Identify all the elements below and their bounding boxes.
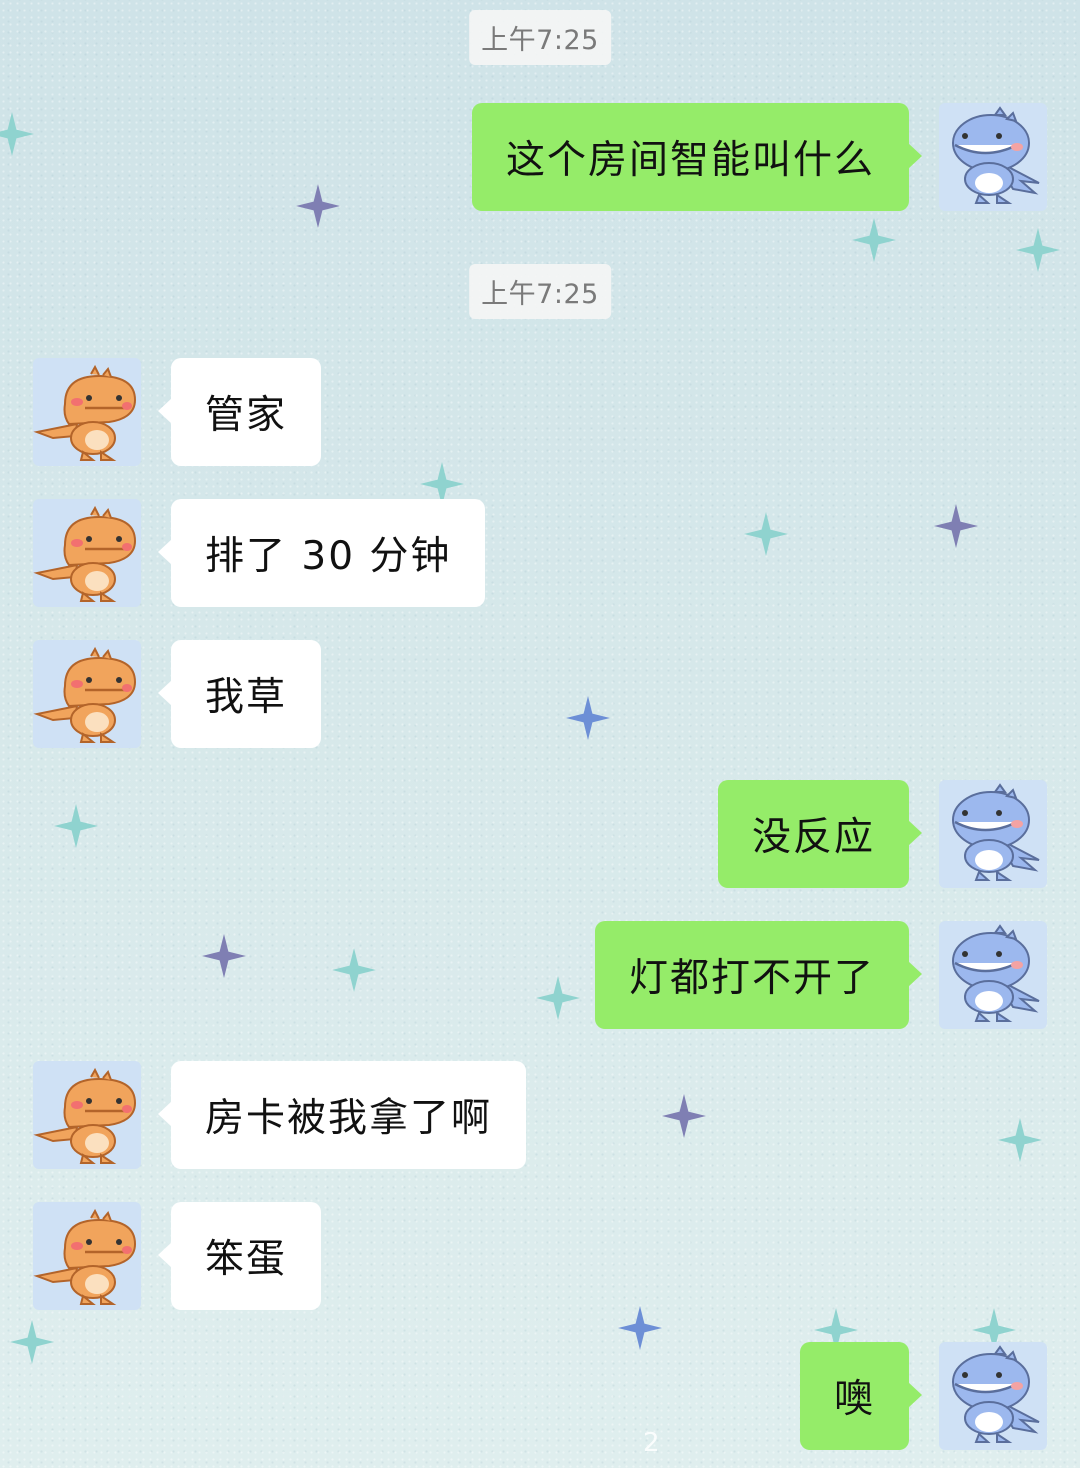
message-timestamp: 上午7:25 — [469, 264, 611, 319]
sparkle-icon — [1016, 228, 1060, 272]
sparkle-icon — [852, 218, 896, 262]
chat-bubble[interactable]: 没反应 — [717, 780, 923, 888]
chat-bubble[interactable]: 管家 — [157, 358, 322, 466]
orange-dinosaur-avatar[interactable] — [33, 1061, 141, 1169]
sparkle-icon — [10, 1320, 54, 1364]
blue-dinosaur-icon — [952, 106, 1040, 204]
sparkle-icon — [202, 934, 246, 978]
blue-dinosaur-icon — [952, 1345, 1040, 1443]
sparkle-icon — [296, 184, 340, 228]
chat-bubble[interactable]: 这个房间智能叫什么 — [471, 103, 923, 211]
chat-message-received: 我草 — [33, 640, 322, 748]
chat-message-sent: 这个房间智能叫什么 — [471, 103, 1047, 211]
message-text: 我草 — [205, 675, 288, 720]
chat-message-sent: 噢 — [799, 1342, 1047, 1450]
orange-dinosaur-icon — [33, 505, 137, 602]
orange-dinosaur-icon — [33, 364, 137, 461]
chat-message-received: 管家 — [33, 358, 322, 466]
orange-dinosaur-icon — [33, 1208, 137, 1305]
chat-message-sent: 没反应 — [717, 780, 1047, 888]
chat-bubble[interactable]: 房卡被我拿了啊 — [157, 1061, 527, 1169]
sparkle-icon — [536, 976, 580, 1020]
message-text: 房卡被我拿了啊 — [205, 1096, 493, 1141]
page-indicator: 2 — [643, 1428, 660, 1458]
blue-dinosaur-icon — [952, 924, 1040, 1022]
chat-bubble[interactable]: 灯都打不开了 — [594, 921, 923, 1029]
sparkle-icon — [934, 504, 978, 548]
blue-dinosaur-avatar[interactable] — [939, 103, 1047, 211]
orange-dinosaur-avatar[interactable] — [33, 1202, 141, 1310]
chat-message-received: 笨蛋 — [33, 1202, 322, 1310]
sparkle-icon — [662, 1094, 706, 1138]
orange-dinosaur-avatar[interactable] — [33, 499, 141, 607]
message-text: 这个房间智能叫什么 — [505, 138, 875, 183]
sparkle-icon — [566, 696, 610, 740]
message-text: 灯都打不开了 — [628, 956, 875, 1001]
chat-message-received: 排了 30 分钟 — [33, 499, 486, 607]
chat-bubble[interactable]: 排了 30 分钟 — [157, 499, 486, 607]
message-text: 笨蛋 — [205, 1237, 288, 1282]
orange-dinosaur-avatar[interactable] — [33, 640, 141, 748]
blue-dinosaur-icon — [952, 783, 1040, 881]
sparkle-icon — [54, 804, 98, 848]
chat-bubble[interactable]: 笨蛋 — [157, 1202, 322, 1310]
orange-dinosaur-icon — [33, 1067, 137, 1164]
sparkle-icon — [744, 512, 788, 556]
sparkle-icon — [618, 1306, 662, 1350]
chat-bubble[interactable]: 我草 — [157, 640, 322, 748]
sparkle-icon — [998, 1118, 1042, 1162]
sparkle-icon — [0, 112, 34, 156]
blue-dinosaur-avatar[interactable] — [939, 780, 1047, 888]
chat-message-received: 房卡被我拿了啊 — [33, 1061, 527, 1169]
chat-bubble[interactable]: 噢 — [799, 1342, 923, 1450]
blue-dinosaur-avatar[interactable] — [939, 1342, 1047, 1450]
message-text: 没反应 — [751, 815, 875, 860]
chat-message-sent: 灯都打不开了 — [594, 921, 1047, 1029]
message-text: 噢 — [833, 1377, 875, 1422]
message-text: 排了 30 分钟 — [205, 534, 452, 579]
message-timestamp: 上午7:25 — [469, 10, 611, 65]
orange-dinosaur-avatar[interactable] — [33, 358, 141, 466]
sparkle-icon — [332, 948, 376, 992]
blue-dinosaur-avatar[interactable] — [939, 921, 1047, 1029]
orange-dinosaur-icon — [33, 646, 137, 743]
message-text: 管家 — [205, 393, 288, 438]
